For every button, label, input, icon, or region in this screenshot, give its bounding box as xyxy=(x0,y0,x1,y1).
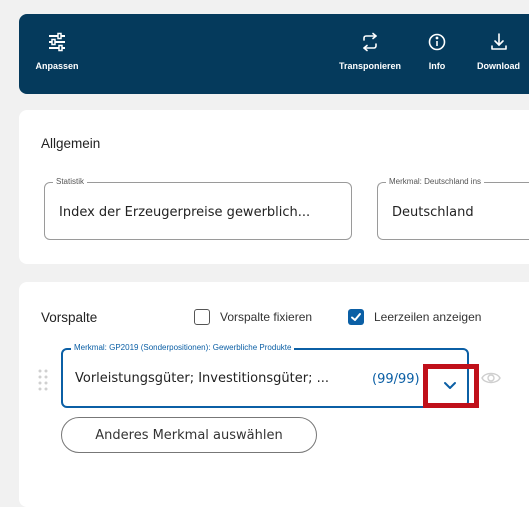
highlight-box xyxy=(423,364,479,408)
statistic-field[interactable]: Statistik Index der Erzeugerpreise gewer… xyxy=(44,177,352,240)
adjust-button[interactable]: Anpassen xyxy=(27,14,87,94)
empty-rows-label: Leerzeilen anzeigen xyxy=(374,310,482,324)
adjust-label: Anpassen xyxy=(35,61,79,71)
download-label: Download xyxy=(477,61,520,71)
feature-field[interactable]: Merkmal: Deutschland ins Deutschland xyxy=(377,177,529,240)
drag-handle-icon[interactable] xyxy=(38,369,48,391)
download-icon xyxy=(491,33,507,50)
info-button[interactable]: Info xyxy=(422,14,452,94)
download-button[interactable]: Download xyxy=(473,14,529,94)
transpose-button[interactable]: Transponieren xyxy=(330,14,410,94)
feature-value: Deutschland xyxy=(392,205,474,220)
fix-row-header-checkbox[interactable] xyxy=(194,309,210,325)
feature-select-legend: Merkmal: GP2019 (Sonderpositionen): Gewe… xyxy=(71,343,295,352)
eye-icon[interactable] xyxy=(481,370,501,386)
statistic-value: Index der Erzeugerpreise gewerblich... xyxy=(59,205,311,220)
checkmark-icon xyxy=(351,313,361,321)
info-label: Info xyxy=(428,61,446,71)
general-title: Allgemein xyxy=(41,136,101,151)
info-icon xyxy=(428,33,446,51)
swap-arrows-icon xyxy=(363,32,377,52)
transpose-label: Transponieren xyxy=(338,61,401,71)
general-card: Allgemein Statistik Index der Erzeugerpr… xyxy=(19,110,529,264)
sliders-icon xyxy=(49,32,65,52)
feature-legend: Merkmal: Deutschland ins xyxy=(386,177,485,186)
row-header-title: Vorspalte xyxy=(41,310,98,325)
feature-select-value: Vorleistungsgüter; Investitionsgüter; ..… xyxy=(75,371,329,386)
feature-select-count: (99/99) xyxy=(372,372,420,387)
feature-select[interactable]: Merkmal: GP2019 (Sonderpositionen): Gewe… xyxy=(61,343,469,408)
empty-rows-checkbox[interactable] xyxy=(348,309,364,325)
fix-row-header-label: Vorspalte fixieren xyxy=(220,310,313,324)
statistic-legend: Statistik xyxy=(53,177,88,186)
other-feature-button[interactable]: Anderes Merkmal auswählen xyxy=(61,417,317,453)
toolbar: Anpassen Transponieren Info Download xyxy=(19,14,529,94)
